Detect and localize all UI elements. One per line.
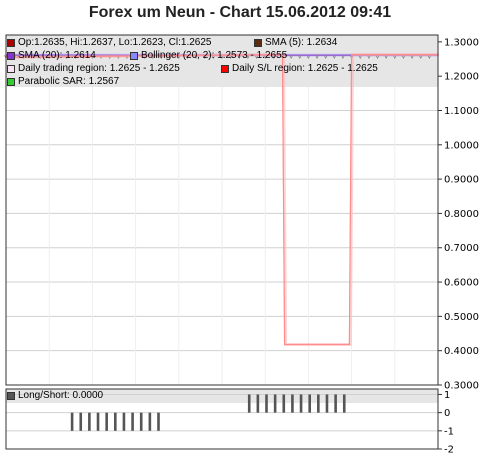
legend-label: Daily S/L region: 1.2625 - 1.2625 [232, 63, 378, 74]
long-short-bar [131, 412, 134, 431]
legend-label: Parabolic SAR: 1.2567 [18, 76, 120, 87]
long-short-bar [79, 412, 83, 431]
long-short-bar [157, 412, 160, 431]
long-short-bar [282, 394, 286, 413]
sub-y-tick-label: -2 [444, 445, 454, 456]
long-short-bar [317, 394, 320, 413]
long-short-bar [273, 394, 277, 413]
y-tick-label: 0.5000 [444, 312, 479, 323]
y-tick-label: 1.0000 [444, 140, 479, 151]
long-short-bar [291, 394, 294, 413]
sub-y-tick-label: 1 [444, 390, 450, 401]
long-short-bar [70, 412, 74, 431]
long-short-bar [122, 412, 126, 431]
long-short-bar [139, 412, 143, 431]
legend-swatch [7, 39, 15, 47]
sub-y-tick-label: 0 [444, 408, 450, 419]
main-y-axis: 1.3000 1.2000 1.1000 1.0000 0.9000 0.8000 0.70… [438, 37, 479, 392]
long-short-bar [247, 394, 251, 413]
y-tick-label: 0.4000 [444, 346, 479, 357]
y-tick-label: 1.1000 [444, 106, 479, 117]
long-short-bar [105, 412, 108, 431]
legend-swatch [7, 65, 15, 73]
legend-swatch [7, 392, 15, 400]
legend-swatch [7, 52, 15, 60]
sub-y-axis: 1 0 -1 -2 [438, 390, 454, 456]
legend-label: Daily trading region: 1.2625 - 1.2625 [18, 63, 180, 74]
legend-label: SMA (20): 1.2614 [18, 50, 96, 61]
legend-label: SMA (5): 1.2634 [265, 37, 338, 48]
price-line-shadow [6, 53, 439, 346]
long-short-bar [96, 412, 100, 431]
long-short-bar [256, 394, 260, 413]
y-tick-label: 0.9000 [444, 175, 479, 186]
y-tick-label: 0.8000 [444, 209, 479, 220]
legend-swatch [130, 52, 138, 60]
y-tick-label: 1.3000 [444, 37, 479, 48]
long-short-bar [325, 394, 329, 413]
legend-swatch [254, 39, 262, 47]
long-short-bar [88, 412, 91, 431]
legend-swatch [221, 65, 229, 73]
legend-label: Op:1.2635, Hi:1.2637, Lo:1.2623, Cl:1.26… [18, 37, 212, 48]
y-tick-label: 1.2000 [444, 72, 479, 83]
long-short-bar [342, 394, 346, 413]
legend-label: Bollinger (20, 2): 1.2573 - 1.2655 [141, 50, 288, 61]
long-short-bar [265, 394, 268, 413]
y-tick-label: 0.6000 [444, 278, 479, 289]
long-short-bar [308, 394, 311, 413]
legend-label: Long/Short: 0.0000 [18, 390, 104, 401]
sub-y-tick-label: -1 [444, 426, 454, 437]
legend-swatch [7, 78, 15, 86]
long-short-bar [148, 412, 152, 431]
y-tick-label: 0.7000 [444, 243, 479, 254]
long-short-bar [114, 412, 117, 431]
long-short-bar [299, 394, 303, 413]
long-short-bar [334, 394, 337, 413]
